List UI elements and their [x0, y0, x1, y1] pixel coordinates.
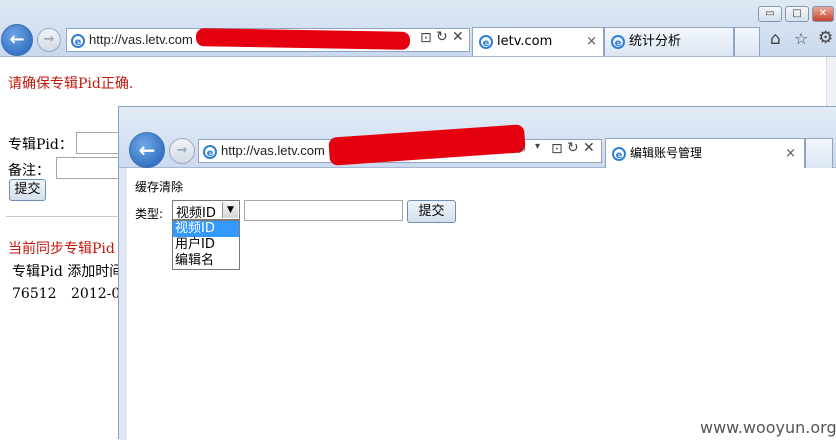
maximize-button[interactable]: □ [785, 6, 809, 22]
tab-stats-label: 统计分析 [629, 34, 682, 49]
chevron-down-icon[interactable]: ▾ [535, 141, 540, 152]
tab-stats[interactable]: e 统计分析 [604, 27, 734, 56]
tab-letv-label: letv.com [497, 34, 553, 49]
stop-icon[interactable]: ✕ [452, 29, 464, 45]
dropdown-option[interactable]: 视频ID [173, 221, 239, 237]
type-dropdown-list[interactable]: 视频ID 用户ID 编辑名 [172, 220, 240, 270]
gear-icon[interactable]: ⚙ [818, 28, 833, 48]
cell-time: 2012-05 [71, 286, 118, 302]
sync-heading: 当前同步专辑Pid [8, 241, 115, 257]
compat-view-icon[interactable]: ⊡ [551, 141, 563, 157]
watermark: www.wooyun.org [700, 418, 836, 437]
front-browser-window: ← → e http://vas.letv.com ⌕ ▾ ⊡ ↻ ✕ e 编辑账号… [118, 106, 836, 440]
ie-tab-icon: e [611, 34, 625, 49]
ie-page-icon: e [71, 33, 85, 48]
minimize-button[interactable]: ▭ [758, 6, 782, 22]
ie-tab-icon: e [612, 146, 626, 161]
redaction-mark [195, 28, 411, 50]
dropdown-option[interactable]: 用户ID [173, 237, 239, 253]
forward-icon[interactable]: → [37, 28, 61, 52]
divider [6, 216, 118, 217]
new-tab-button[interactable] [805, 138, 833, 168]
tab-letv[interactable]: e letv.com × [472, 27, 604, 56]
type-select[interactable]: 视频ID ▼ [172, 200, 240, 221]
home-icon[interactable]: ⌂ [770, 29, 781, 49]
back-browser-chrome: ▭ □ ✕ ← → e http://vas.letv.com ⊡ ↻ ✕ e le… [0, 0, 836, 57]
front-page-content: 缓存清除 类型: 视频ID ▼ 视频ID 用户ID 编辑名 提交 [127, 168, 836, 439]
pid-label: 专辑Pid： [8, 137, 73, 153]
col-header-time: 添加时间 [67, 264, 118, 280]
front-submit-button[interactable]: 提交 [407, 200, 456, 223]
note-label: 备注： [8, 163, 50, 179]
new-tab-button[interactable] [734, 27, 760, 56]
tab-close-icon[interactable]: × [785, 139, 796, 168]
ie-tab-icon: e [479, 34, 493, 49]
dropdown-option[interactable]: 编辑名 [173, 253, 239, 269]
stop-icon[interactable]: ✕ [583, 140, 595, 156]
col-header-pid: 专辑Pid [12, 264, 63, 280]
tab-edit-account[interactable]: e 编辑账号管理 × [605, 138, 805, 168]
front-browser-chrome: ← → e http://vas.letv.com ⌕ ▾ ⊡ ↻ ✕ e 编辑账号… [119, 107, 836, 168]
type-select-value: 视频ID [176, 206, 216, 221]
back-address-url: http://vas.letv.com [89, 32, 193, 47]
type-label: 类型: [135, 207, 164, 221]
ie-page-icon: e [203, 144, 217, 159]
tab-close-icon[interactable]: × [586, 28, 597, 56]
cell-pid: 76512 [12, 286, 57, 302]
pid-notice: 请确保专辑Pid正确. [8, 76, 134, 92]
back-submit-button[interactable]: 提交 [9, 179, 46, 201]
window-frame [119, 168, 127, 440]
back-icon[interactable]: ← [1, 24, 33, 56]
search-icon[interactable]: ⌕ [519, 141, 527, 157]
close-window-button[interactable]: ✕ [812, 6, 834, 22]
favorites-star-icon[interactable]: ☆ [794, 29, 808, 48]
value-input[interactable] [244, 200, 403, 221]
cache-clear-heading: 缓存清除 [135, 180, 184, 194]
tab-edit-account-label: 编辑账号管理 [630, 146, 703, 160]
table-header-row: 专辑Pid 添加时间 [12, 261, 118, 281]
front-address-url: http://vas.letv.com [221, 143, 325, 158]
forward-icon[interactable]: → [169, 138, 195, 164]
compat-view-icon[interactable]: ⊡ [420, 30, 432, 46]
refresh-icon[interactable]: ↻ [436, 29, 448, 45]
back-icon[interactable]: ← [129, 132, 165, 168]
refresh-icon[interactable]: ↻ [567, 140, 579, 156]
chevron-down-icon[interactable]: ▼ [222, 202, 238, 218]
table-row: 76512 2012-05 [12, 286, 118, 302]
